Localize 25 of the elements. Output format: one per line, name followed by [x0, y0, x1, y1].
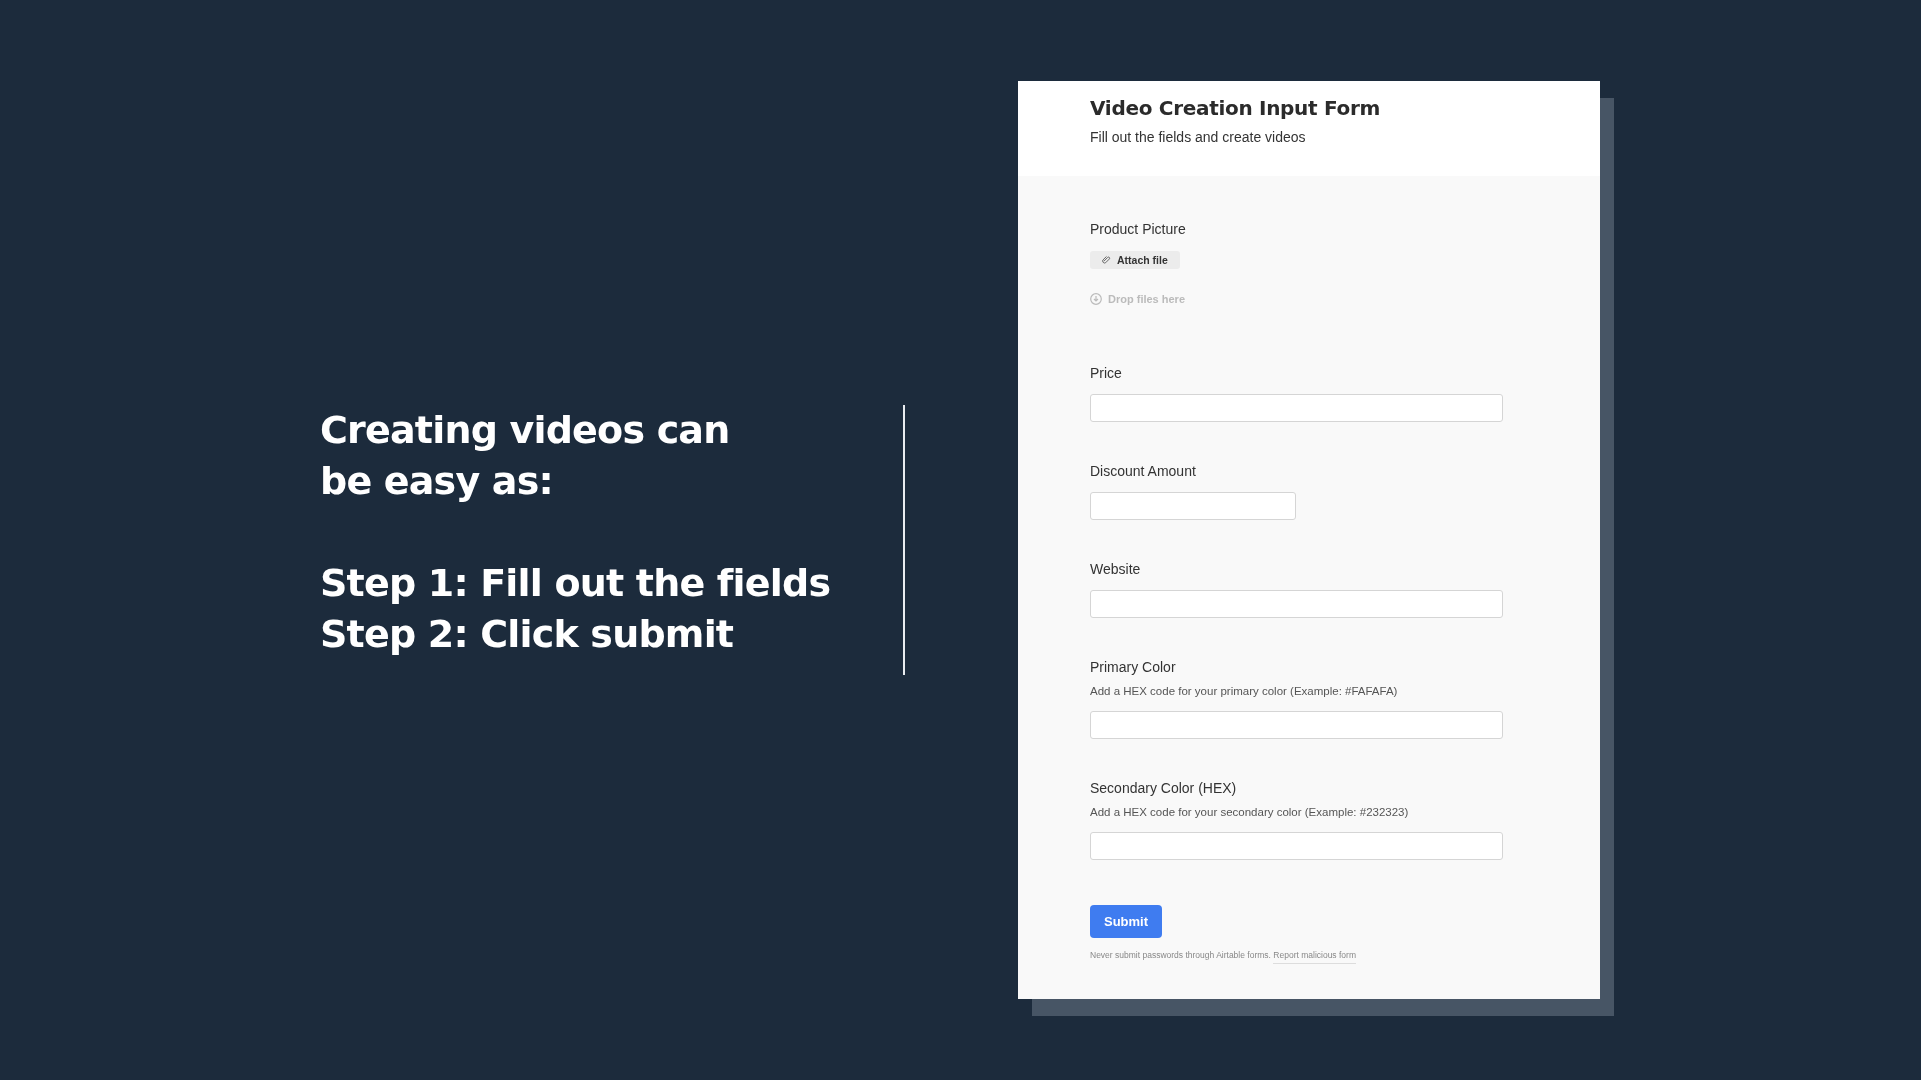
text-input-field[interactable]: [1090, 831, 1503, 860]
field-help-text: Add a HEX code for your secondary color (Example: #232323): [1090, 805, 1410, 818]
paperclip-icon: [1102, 255, 1111, 264]
footer-note: Never submit passwords through Airtable forms.: [1090, 949, 1271, 960]
field-label: Product Picture: [1090, 221, 1187, 237]
form-subtitle: Fill out the fields and create videos: [1090, 129, 1307, 145]
text-input-field[interactable]: [1090, 393, 1503, 422]
step-text: Step 2: Click submit: [320, 611, 735, 658]
download-icon: [1090, 292, 1102, 305]
field-label: Price: [1090, 364, 1123, 381]
form-title: Video Creation Input Form: [1090, 96, 1382, 120]
report-link[interactable]: Report malicious form: [1273, 949, 1356, 964]
field-label: Secondary Color (HEX): [1090, 779, 1238, 796]
drop-files-hint: Drop files here: [1108, 292, 1186, 305]
step-text: Step 1: Fill out the fields: [320, 560, 831, 607]
text-input-field[interactable]: [1090, 491, 1296, 520]
field-label: Primary Color: [1090, 658, 1177, 675]
text-input-field[interactable]: [1090, 710, 1503, 739]
headline: Creating videos can be easy as:: [320, 407, 731, 505]
attach-file-button[interactable]: Attach file: [1090, 250, 1180, 269]
field-help-text: Add a HEX code for your primary color (Example: #FAFAFA): [1090, 684, 1399, 697]
field-label: Website: [1090, 560, 1142, 577]
submit-button[interactable]: Submit: [1090, 904, 1163, 938]
field-label: Discount Amount: [1090, 462, 1197, 479]
text-input-field[interactable]: [1090, 589, 1503, 618]
